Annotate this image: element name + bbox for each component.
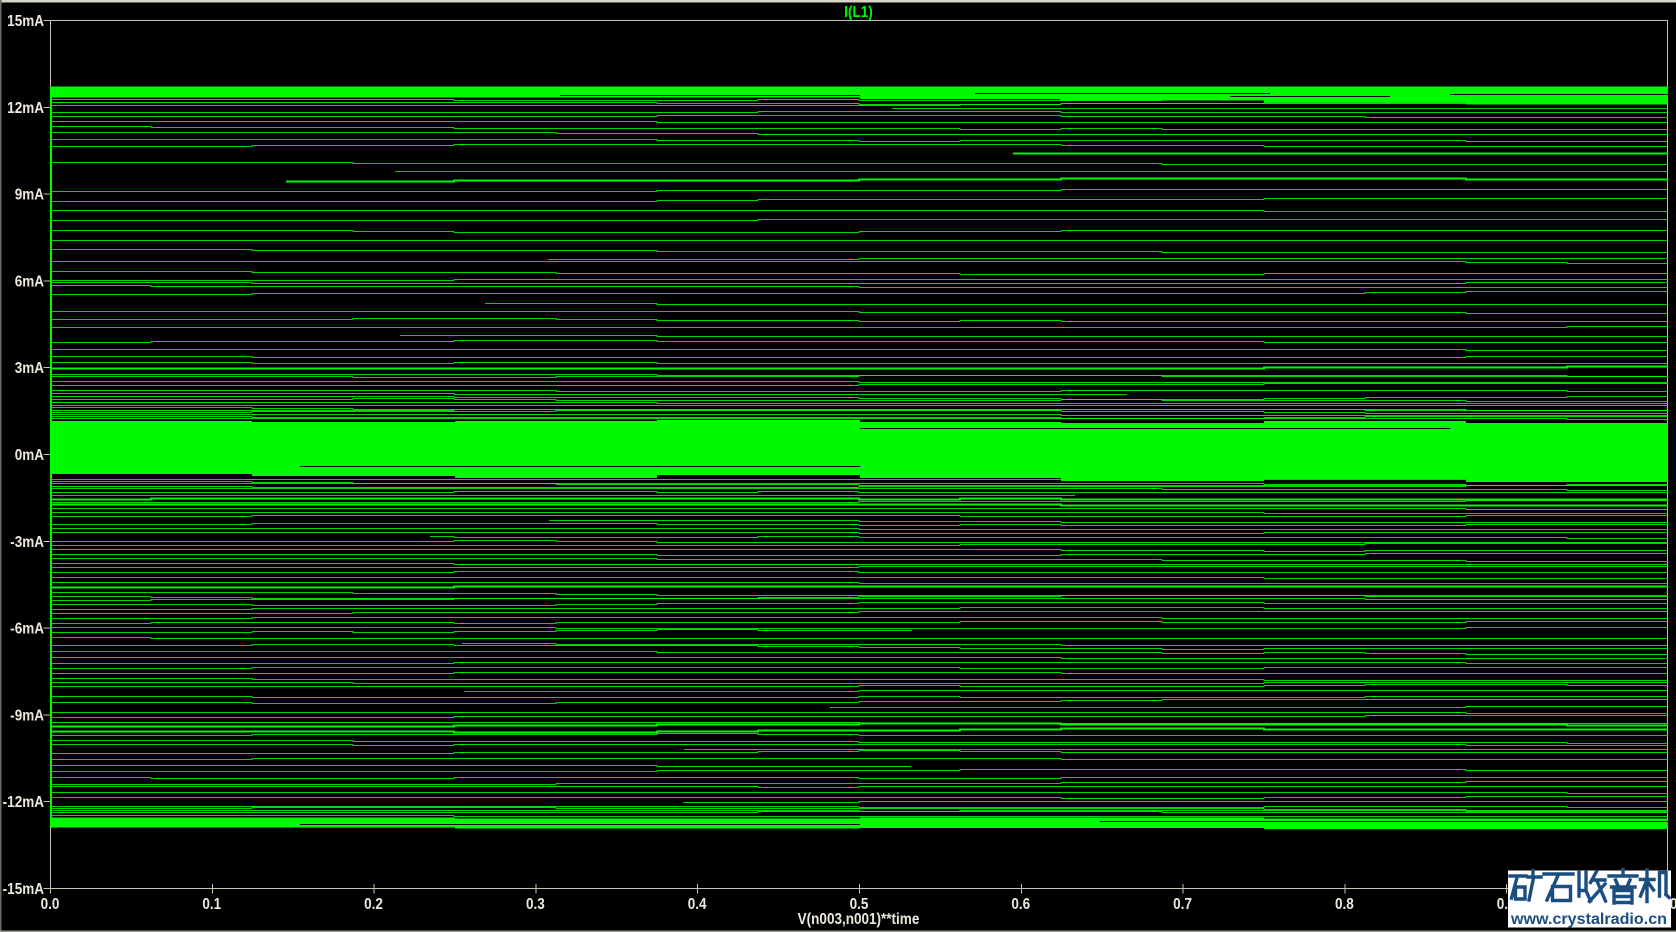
svg-text:0.4: 0.4 — [688, 896, 707, 913]
svg-text:0.7: 0.7 — [1173, 896, 1192, 913]
svg-text:www.crystalradio.cn: www.crystalradio.cn — [1510, 911, 1667, 928]
svg-text:0.3: 0.3 — [526, 896, 545, 913]
svg-text:-6mA: -6mA — [10, 621, 44, 638]
svg-text:0.2: 0.2 — [364, 896, 383, 913]
svg-text:0mA: 0mA — [15, 447, 45, 464]
svg-text:-3mA: -3mA — [10, 534, 44, 551]
svg-text:I(L1): I(L1) — [844, 4, 873, 21]
svg-text:-12mA: -12mA — [3, 794, 45, 811]
svg-text:0.6: 0.6 — [1011, 896, 1030, 913]
svg-text:0.1: 0.1 — [202, 896, 221, 913]
svg-text:12mA: 12mA — [7, 100, 44, 117]
svg-text:0.8: 0.8 — [1335, 896, 1354, 913]
svg-text:3mA: 3mA — [15, 360, 45, 377]
svg-text:V(n003,n001)**time: V(n003,n001)**time — [798, 911, 920, 928]
svg-text:0.0: 0.0 — [41, 896, 60, 913]
svg-text:-9mA: -9mA — [10, 708, 44, 725]
svg-text:6mA: 6mA — [15, 274, 45, 291]
svg-text:9mA: 9mA — [15, 187, 45, 204]
svg-text:-15mA: -15mA — [3, 881, 45, 898]
svg-text:15mA: 15mA — [7, 13, 44, 30]
